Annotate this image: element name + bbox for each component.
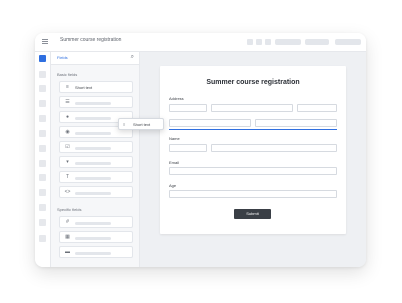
toolbar-control[interactable] (275, 39, 301, 45)
dropdown-icon: ▾ (66, 159, 69, 165)
toolbar-control[interactable] (335, 39, 361, 45)
address-field[interactable] (169, 104, 207, 112)
basic-fields-heading: Basic fields (57, 72, 78, 77)
rail-icon[interactable] (39, 219, 46, 226)
rail-icon[interactable] (39, 145, 46, 152)
rail-icon[interactable] (39, 71, 46, 78)
field-checkbox[interactable]: ☑ (59, 141, 133, 153)
search-icon[interactable]: ⌕ (131, 54, 134, 61)
rail-icon[interactable] (39, 204, 46, 211)
toolbar-button[interactable] (256, 39, 262, 45)
number-icon: # (66, 219, 69, 225)
toolbar-control[interactable] (305, 39, 329, 45)
field-placeholder (75, 237, 111, 240)
radio-icon: ● (65, 114, 70, 120)
title-bar: Summer course registration (35, 33, 366, 52)
field-card[interactable]: ▬ (59, 246, 133, 258)
radio-selected-icon: ◉ (65, 129, 70, 135)
app-window: Summer course registration Fields ⌕ Basi… (35, 33, 366, 267)
grid-icon: ▦ (65, 234, 70, 240)
field-placeholder (75, 177, 111, 180)
field-label: Short text (75, 85, 93, 90)
rail-icon[interactable] (39, 189, 46, 196)
name-label: Name (169, 136, 180, 141)
address-field[interactable] (255, 119, 337, 127)
left-rail (35, 52, 51, 267)
field-grid[interactable]: ▦ (59, 231, 133, 243)
field-placeholder (75, 222, 111, 225)
rail-icon[interactable] (39, 100, 46, 107)
age-field[interactable] (169, 190, 337, 198)
email-label: Email (169, 160, 180, 165)
drop-indicator (169, 129, 337, 130)
card-icon: ▬ (65, 249, 70, 255)
submit-button[interactable]: Submit (234, 209, 271, 219)
sidebar-header: Fields ⌕ (51, 52, 139, 65)
rail-icon[interactable] (39, 160, 46, 167)
code-icon: <> (64, 189, 71, 195)
text-lines-icon: ≡ (66, 84, 69, 90)
toolbar-button[interactable] (265, 39, 271, 45)
address-label: Address (169, 96, 184, 101)
dragged-field-label: Short text (133, 122, 151, 127)
rail-icon[interactable] (39, 174, 46, 181)
paragraph-icon: ☰ (65, 99, 70, 105)
dragged-field[interactable]: ≡ Short text (118, 118, 164, 130)
text-lines-icon: ≡ (123, 122, 126, 127)
field-placeholder (75, 102, 111, 105)
name-field[interactable] (211, 144, 337, 152)
fields-rail-icon[interactable] (39, 55, 46, 62)
registration-form: Summer course registration Address Name … (160, 66, 346, 234)
field-placeholder (75, 252, 111, 255)
menu-icon[interactable] (42, 39, 48, 44)
field-placeholder (75, 117, 111, 120)
fields-sidebar: Fields ⌕ Basic fields ≡ Short text ☰ ● ◉… (51, 52, 140, 267)
fields-tab[interactable]: Fields (57, 55, 68, 60)
window-title: Summer course registration (60, 37, 122, 43)
rail-icon[interactable] (39, 130, 46, 137)
address-field[interactable] (211, 104, 293, 112)
specific-fields-heading: Specific fields (57, 207, 82, 212)
checkbox-icon: ☑ (65, 144, 70, 150)
toolbar-button[interactable] (247, 39, 253, 45)
field-dropdown[interactable]: ▾ (59, 156, 133, 168)
field-placeholder (75, 132, 111, 135)
rail-icon[interactable] (39, 115, 46, 122)
name-field[interactable] (169, 144, 207, 152)
field-heading[interactable]: T (59, 171, 133, 183)
form-title: Summer course registration (206, 79, 300, 86)
age-label: Age (169, 183, 177, 188)
email-field[interactable] (169, 167, 337, 175)
rail-icon[interactable] (39, 85, 46, 92)
field-code[interactable]: <> (59, 186, 133, 198)
rail-icon[interactable] (39, 235, 46, 242)
field-number[interactable]: # (59, 216, 133, 228)
field-short-text[interactable]: ≡ Short text (59, 81, 133, 93)
address-field[interactable] (169, 119, 251, 127)
address-field[interactable] (297, 104, 337, 112)
field-placeholder (75, 162, 111, 165)
field-placeholder (75, 147, 111, 150)
form-canvas: Summer course registration Address Name … (140, 52, 366, 267)
field-placeholder (75, 192, 111, 195)
field-paragraph[interactable]: ☰ (59, 96, 133, 108)
heading-icon: T (65, 174, 70, 180)
